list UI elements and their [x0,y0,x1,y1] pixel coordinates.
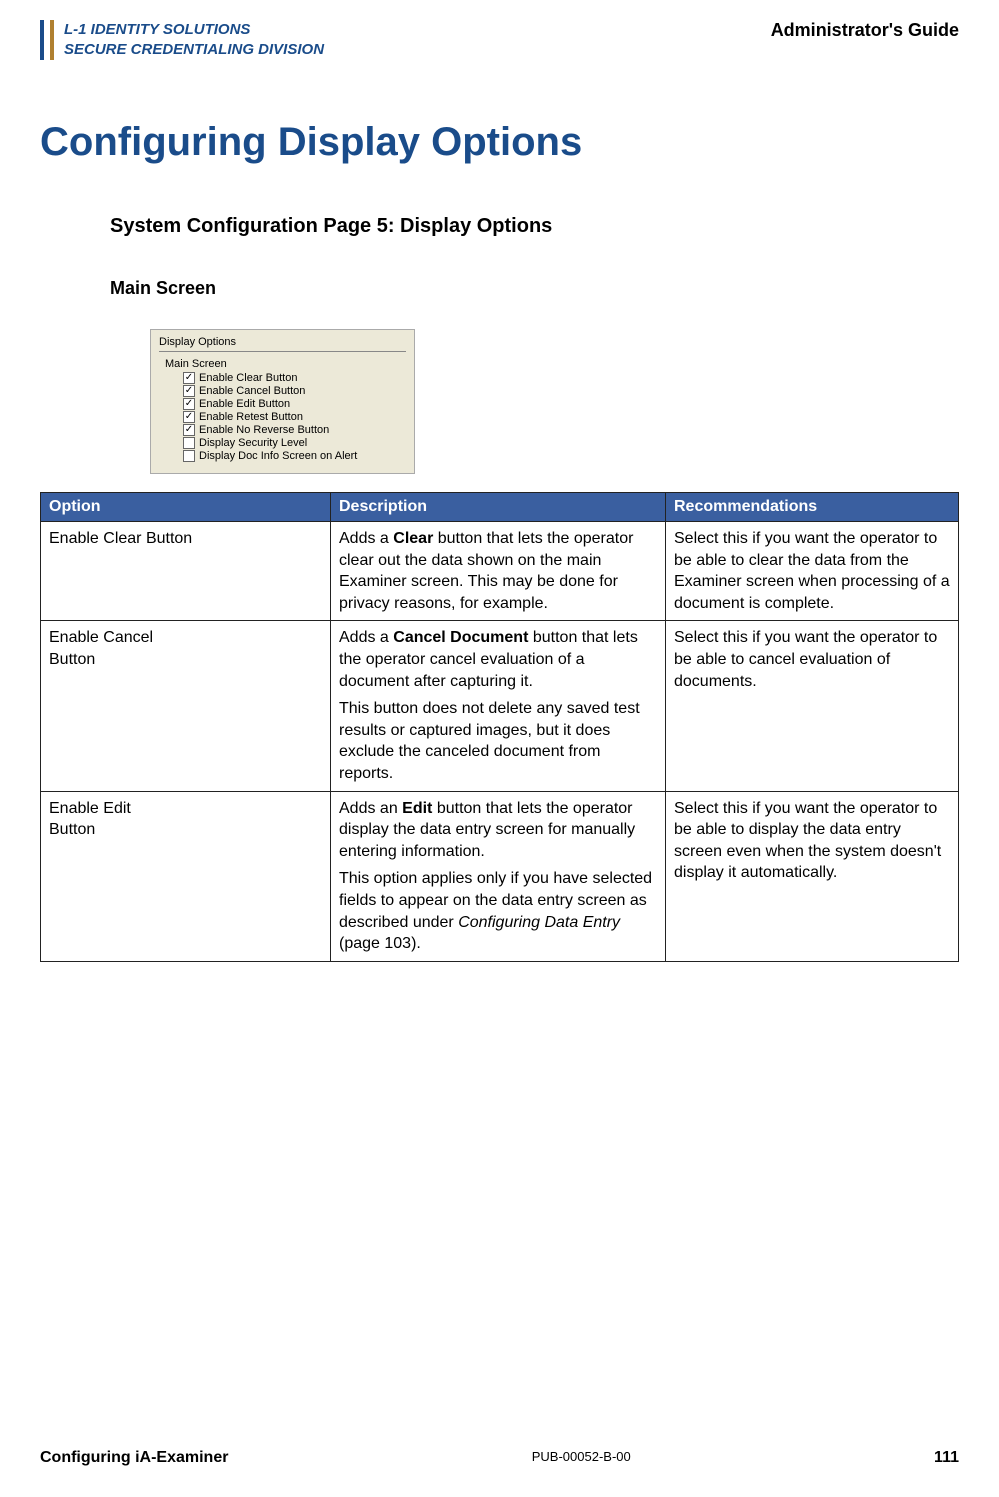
screen-title: Main Screen [110,278,959,299]
checkbox-row: ✓ Enable Edit Button [183,398,406,410]
page-footer: Configuring iA-Examiner PUB-00052-B-00 1… [40,1449,959,1467]
checkbox-row: ✓ Enable No Reverse Button [183,424,406,436]
description-cell: Adds a Cancel Document button that lets … [331,621,666,791]
col-description: Description [331,493,666,522]
checkbox-label: Enable Retest Button [199,411,303,423]
option-cell: Enable EditButton [41,791,331,961]
checkbox-icon [183,437,195,449]
logo-line2: SECURE CREDENTIALING DIVISION [64,40,324,60]
checkbox-icon: ✓ [183,398,195,410]
checkbox-row: ✓ Enable Clear Button [183,372,406,384]
description-cell: Adds an Edit button that lets the operat… [331,791,666,961]
company-logo: L-1 IDENTITY SOLUTIONS SECURE CREDENTIAL… [40,20,324,60]
table-row: Enable CancelButtonAdds a Cancel Documen… [41,621,959,791]
page-title: Configuring Display Options [40,120,959,165]
recommendation-cell: Select this if you want the operator to … [666,621,959,791]
display-options-screenshot: Display Options Main Screen ✓ Enable Clea… [150,329,415,474]
checkbox-icon: ✓ [183,411,195,423]
checkbox-label: Display Security Level [199,437,307,449]
checkbox-row: Display Security Level [183,437,406,449]
section-subtitle: System Configuration Page 5: Display Opt… [110,215,959,238]
screenshot-panel-title: Display Options [159,336,406,348]
logo-bar [40,20,44,60]
footer-left: Configuring iA-Examiner [40,1449,228,1467]
option-cell: Enable CancelButton [41,621,331,791]
guide-title: Administrator's Guide [771,20,959,41]
col-option: Option [41,493,331,522]
table-row: Enable Clear ButtonAdds a Clear button t… [41,522,959,621]
checkbox-label: Display Doc Info Screen on Alert [199,450,357,462]
col-recommendations: Recommendations [666,493,959,522]
checkbox-row: ✓ Enable Cancel Button [183,385,406,397]
checkbox-icon: ✓ [183,424,195,436]
checkbox-icon: ✓ [183,385,195,397]
checkbox-label: Enable No Reverse Button [199,424,329,436]
recommendation-cell: Select this if you want the operator to … [666,791,959,961]
page-header: L-1 IDENTITY SOLUTIONS SECURE CREDENTIAL… [40,20,959,60]
logo-bar [50,20,54,60]
checkbox-row: Display Doc Info Screen on Alert [183,450,406,462]
checkbox-icon [183,450,195,462]
checkbox-row: ✓ Enable Retest Button [183,411,406,423]
checkbox-label: Enable Edit Button [199,398,290,410]
checkbox-icon: ✓ [183,372,195,384]
screenshot-group-label: Main Screen [165,358,406,370]
option-cell: Enable Clear Button [41,522,331,621]
recommendation-cell: Select this if you want the operator to … [666,522,959,621]
checkbox-label: Enable Clear Button [199,372,297,384]
description-cell: Adds a Clear button that lets the operat… [331,522,666,621]
checkbox-label: Enable Cancel Button [199,385,305,397]
options-table: Option Description Recommendations Enabl… [40,492,959,962]
logo-line1: L-1 IDENTITY SOLUTIONS [64,20,324,40]
table-row: Enable EditButtonAdds an Edit button tha… [41,791,959,961]
footer-page-number: 111 [934,1449,959,1467]
footer-mid: PUB-00052-B-00 [532,1449,631,1467]
